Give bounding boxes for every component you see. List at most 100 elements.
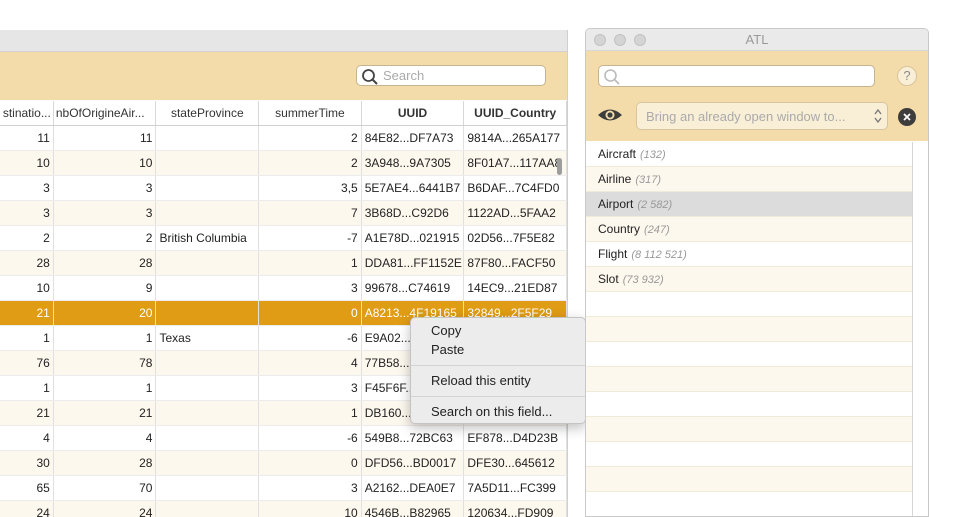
table-cell[interactable]: 2 bbox=[258, 125, 362, 151]
table-cell[interactable]: 7 bbox=[258, 200, 362, 226]
table-cell[interactable]: British Columbia bbox=[155, 225, 260, 251]
table-cell[interactable]: 3 bbox=[53, 200, 157, 226]
table-cell[interactable]: 4546B...B82965 bbox=[361, 500, 465, 517]
table-cell[interactable]: 4 bbox=[53, 425, 157, 451]
table-cell[interactable]: 78 bbox=[53, 350, 157, 376]
table-cell[interactable]: 1 bbox=[258, 250, 362, 276]
table-cell[interactable]: 4 bbox=[258, 350, 362, 376]
table-cell[interactable]: 8F01A7...117AA8 bbox=[463, 150, 567, 176]
table-cell[interactable]: 10 bbox=[0, 150, 54, 176]
table-cell[interactable]: 1122AD...5FAA2 bbox=[463, 200, 567, 226]
table-cell[interactable] bbox=[155, 450, 260, 476]
menu-item-paste[interactable]: Paste bbox=[411, 340, 585, 359]
main-search-field[interactable] bbox=[356, 65, 546, 86]
table-row[interactable]: 11 11 2 84E82...DF7A73 9814A...265A177 bbox=[0, 125, 567, 151]
table-cell[interactable]: 14EC9...21ED87 bbox=[463, 275, 567, 301]
table-cell[interactable]: -6 bbox=[258, 325, 362, 351]
table-cell[interactable]: 3A948...9A7305 bbox=[361, 150, 465, 176]
entity-list-item[interactable]: Airport (2 582) bbox=[586, 192, 912, 217]
table-cell[interactable]: 11 bbox=[53, 125, 157, 151]
column-header[interactable]: UUID_Country bbox=[463, 101, 567, 126]
table-cell[interactable]: A2162...DEA0E7 bbox=[361, 475, 465, 501]
table-cell[interactable]: DFD56...BD0017 bbox=[361, 450, 465, 476]
table-cell[interactable]: 28 bbox=[0, 250, 54, 276]
table-cell[interactable]: 3 bbox=[258, 475, 362, 501]
table-cell[interactable] bbox=[155, 275, 260, 301]
column-header[interactable]: summerTime bbox=[258, 101, 362, 126]
main-title-bar[interactable] bbox=[0, 30, 567, 52]
table-cell[interactable] bbox=[155, 125, 260, 151]
table-cell[interactable]: 1 bbox=[53, 325, 157, 351]
table-cell[interactable]: 70 bbox=[53, 475, 157, 501]
table-row[interactable]: 10 10 2 3A948...9A7305 8F01A7...117AA8 bbox=[0, 150, 567, 176]
table-cell[interactable]: 3 bbox=[258, 375, 362, 401]
entity-list-item[interactable]: Country (247) bbox=[586, 217, 912, 242]
atl-search-field[interactable] bbox=[598, 65, 875, 87]
table-cell[interactable]: A1E78D...021915 bbox=[361, 225, 465, 251]
table-row[interactable]: 2 2 British Columbia -7 A1E78D...021915 02D56… bbox=[0, 225, 567, 251]
table-cell[interactable]: 2 bbox=[258, 150, 362, 176]
atl-title-bar[interactable]: ATL bbox=[586, 29, 928, 51]
table-row[interactable]: 4 4 -6 549B8...72BC63 EF878...D4D23B bbox=[0, 425, 567, 451]
table-cell[interactable]: 99678...C74619 bbox=[361, 275, 465, 301]
table-cell[interactable]: 4 bbox=[0, 425, 54, 451]
menu-item-reload-entity[interactable]: Reload this entity bbox=[411, 371, 585, 390]
table-cell[interactable]: 24 bbox=[0, 500, 54, 517]
table-cell[interactable]: 87F80...FACF50 bbox=[463, 250, 567, 276]
table-cell[interactable]: 5E7AE4...6441B7 bbox=[361, 175, 465, 201]
window-select-dropdown[interactable]: Bring an already open window to... bbox=[636, 102, 888, 130]
table-cell[interactable] bbox=[155, 250, 260, 276]
table-cell[interactable]: -7 bbox=[258, 225, 362, 251]
table-cell[interactable]: 549B8...72BC63 bbox=[361, 425, 465, 451]
table-cell[interactable]: 02D56...7F5E82 bbox=[463, 225, 567, 251]
table-cell[interactable] bbox=[155, 400, 260, 426]
table-cell[interactable]: 2 bbox=[0, 225, 54, 251]
table-cell[interactable] bbox=[155, 425, 260, 451]
table-cell[interactable]: 3 bbox=[0, 175, 54, 201]
table-cell[interactable]: 1 bbox=[0, 375, 54, 401]
table-row[interactable]: 65 70 3 A2162...DEA0E7 7A5D11...FC399 bbox=[0, 475, 567, 501]
table-cell[interactable] bbox=[155, 375, 260, 401]
table-cell[interactable]: 0 bbox=[258, 450, 362, 476]
column-header[interactable]: nbOfOrigineAir... bbox=[53, 101, 157, 126]
table-cell[interactable]: -6 bbox=[258, 425, 362, 451]
table-cell[interactable]: 1 bbox=[53, 375, 157, 401]
help-icon[interactable]: ? bbox=[897, 66, 917, 86]
column-header[interactable]: UUID bbox=[361, 101, 465, 126]
table-cell[interactable]: 10 bbox=[258, 500, 362, 517]
table-cell[interactable]: B6DAF...7C4FD0 bbox=[463, 175, 567, 201]
table-cell[interactable]: 3 bbox=[0, 200, 54, 226]
vertical-scrollbar-thumb[interactable] bbox=[557, 158, 562, 175]
table-cell[interactable] bbox=[155, 475, 260, 501]
table-cell[interactable] bbox=[155, 175, 260, 201]
table-cell[interactable]: 65 bbox=[0, 475, 54, 501]
table-cell[interactable]: 20 bbox=[53, 300, 157, 326]
table-cell[interactable]: 30 bbox=[0, 450, 54, 476]
table-cell[interactable]: EF878...D4D23B bbox=[463, 425, 567, 451]
table-cell[interactable]: 2 bbox=[53, 225, 157, 251]
table-cell[interactable]: 7A5D11...FC399 bbox=[463, 475, 567, 501]
table-cell[interactable]: 3,5 bbox=[258, 175, 362, 201]
table-cell[interactable]: DDA81...FF1152E bbox=[361, 250, 465, 276]
entity-list-item[interactable]: Aircraft (132) bbox=[586, 142, 912, 167]
table-cell[interactable]: 84E82...DF7A73 bbox=[361, 125, 465, 151]
column-header[interactable]: stateProvince bbox=[155, 101, 260, 126]
table-row[interactable]: 3 3 7 3B68D...C92D6 1122AD...5FAA2 bbox=[0, 200, 567, 226]
entity-list-item[interactable]: Airline (317) bbox=[586, 167, 912, 192]
table-row[interactable]: 10 9 3 99678...C74619 14EC9...21ED87 bbox=[0, 275, 567, 301]
table-cell[interactable]: 11 bbox=[0, 125, 54, 151]
table-cell[interactable]: 3 bbox=[258, 275, 362, 301]
menu-item-copy[interactable]: Copy bbox=[411, 321, 585, 340]
column-header[interactable]: stinatio... bbox=[0, 101, 54, 126]
table-cell[interactable]: 0 bbox=[258, 300, 362, 326]
table-cell[interactable]: 24 bbox=[53, 500, 157, 517]
table-cell[interactable]: 10 bbox=[0, 275, 54, 301]
table-row[interactable]: 3 3 3,5 5E7AE4...6441B7 B6DAF...7C4FD0 bbox=[0, 175, 567, 201]
close-icon[interactable] bbox=[898, 108, 916, 126]
entity-list-item[interactable]: Slot (73 932) bbox=[586, 267, 912, 292]
table-cell[interactable]: 21 bbox=[0, 300, 54, 326]
table-cell[interactable] bbox=[155, 300, 260, 326]
table-row[interactable]: 28 28 1 DDA81...FF1152E 87F80...FACF50 bbox=[0, 250, 567, 276]
table-cell[interactable] bbox=[155, 500, 260, 517]
table-cell[interactable]: 1 bbox=[0, 325, 54, 351]
